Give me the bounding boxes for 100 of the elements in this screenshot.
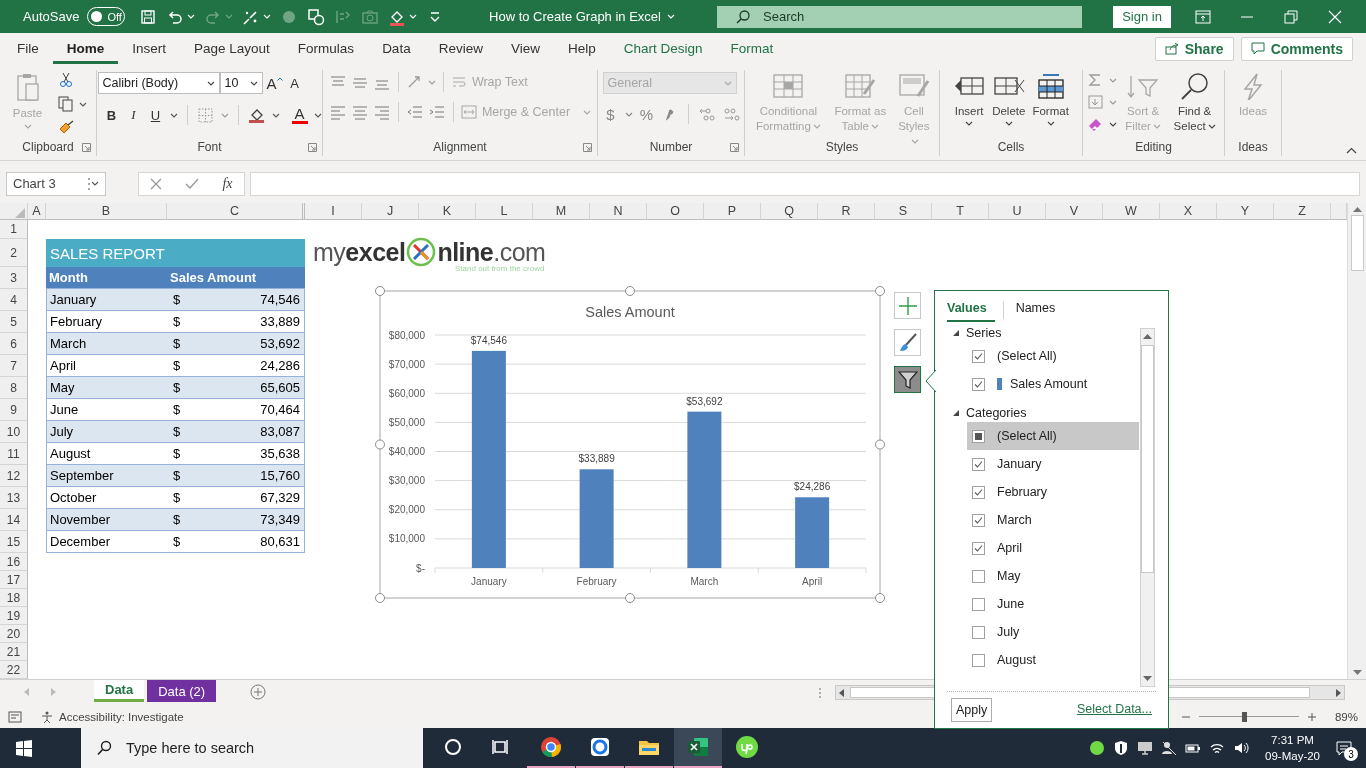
caret-icon[interactable] xyxy=(91,181,99,186)
row-header[interactable]: 15 xyxy=(0,531,28,553)
scroll-down-icon[interactable] xyxy=(1143,676,1152,682)
row-header[interactable]: 18 xyxy=(0,589,28,607)
column-header[interactable]: C xyxy=(167,203,305,220)
italic-button[interactable]: I xyxy=(125,107,142,123)
increase-decimal-icon[interactable] xyxy=(697,106,716,122)
splitter-icon[interactable] xyxy=(818,687,823,699)
column-header[interactable]: V xyxy=(1046,203,1103,220)
person-muted-icon[interactable] xyxy=(1161,740,1178,756)
chart-styles-button[interactable] xyxy=(894,329,921,356)
chart-filters-button[interactable] xyxy=(894,366,921,393)
resize-handle[interactable] xyxy=(375,286,385,296)
panel-tab[interactable]: Values xyxy=(947,297,995,322)
windows-start-icon[interactable] xyxy=(15,739,33,757)
shrink-font-button[interactable]: A xyxy=(286,75,303,91)
checkbox[interactable] xyxy=(972,457,985,471)
scroll-left-icon[interactable] xyxy=(839,688,844,697)
column-header[interactable]: J xyxy=(362,203,419,220)
collapse-ribbon-icon[interactable] xyxy=(1346,147,1357,154)
caret-icon[interactable] xyxy=(313,112,322,118)
column-header[interactable]: T xyxy=(932,203,989,220)
caret-icon[interactable] xyxy=(249,80,258,86)
checkbox[interactable] xyxy=(972,377,985,391)
row-header[interactable]: 3 xyxy=(0,267,28,289)
row-header[interactable]: 7 xyxy=(0,355,28,377)
checkbox[interactable] xyxy=(972,597,985,611)
find-select-button[interactable]: Find & Select xyxy=(1169,70,1220,136)
zoom-level[interactable]: 89% xyxy=(1334,710,1358,723)
font-color-button[interactable]: A xyxy=(291,106,308,124)
ribbon-tab[interactable]: Insert xyxy=(118,33,181,64)
checkbox[interactable] xyxy=(972,429,985,443)
share-button[interactable]: Share xyxy=(1154,36,1234,61)
name-box[interactable]: Chart 3 xyxy=(6,171,106,196)
ribbon-tab[interactable]: Home xyxy=(52,33,119,64)
column-header[interactable]: N xyxy=(590,203,647,220)
row-header[interactable]: 8 xyxy=(0,377,28,399)
caret-icon[interactable] xyxy=(1207,124,1216,130)
row-header[interactable]: 14 xyxy=(0,509,28,531)
filter-option[interactable]: Sales Amount xyxy=(967,370,1139,398)
column-header[interactable]: M xyxy=(533,203,590,220)
column-header[interactable]: B xyxy=(46,203,167,220)
volume-icon[interactable] xyxy=(1233,740,1250,756)
enter-icon[interactable] xyxy=(185,177,200,190)
notification-icon[interactable] xyxy=(1336,740,1352,756)
insert-cells-button[interactable]: Insert xyxy=(951,70,988,128)
row-header[interactable]: 10 xyxy=(0,421,28,443)
zoom-in-icon[interactable] xyxy=(1306,711,1317,722)
filter-option[interactable]: (Select All) xyxy=(967,342,1139,370)
cancel-icon[interactable] xyxy=(150,177,163,190)
filter-option[interactable]: April xyxy=(967,534,1139,562)
ribbon-tab[interactable]: Format xyxy=(716,33,788,64)
clock-date[interactable]: 09-May-20 xyxy=(1265,748,1320,764)
drag-handle-icon[interactable] xyxy=(87,176,91,191)
resize-handle[interactable] xyxy=(875,593,885,603)
row-header[interactable]: 9 xyxy=(0,399,28,421)
scroll-up-icon[interactable] xyxy=(1143,333,1152,339)
select-data-link[interactable]: Select Data... xyxy=(1076,702,1152,716)
zoom-slider[interactable] xyxy=(1198,711,1299,722)
column-header[interactable]: K xyxy=(419,203,476,220)
filter-option[interactable]: February xyxy=(967,478,1139,506)
column-header[interactable]: X xyxy=(1160,203,1217,220)
monitor-icon[interactable] xyxy=(1137,740,1154,756)
ribbon-tab[interactable]: Review xyxy=(424,33,497,64)
font-size-dropdown[interactable]: 10 xyxy=(219,72,263,94)
column-header[interactable]: I xyxy=(305,203,362,220)
resize-handle[interactable] xyxy=(375,593,385,603)
add-sheet-icon[interactable] xyxy=(250,684,267,700)
checkbox[interactable] xyxy=(972,349,985,363)
panel-tab[interactable]: Names xyxy=(1015,297,1064,322)
caret-icon[interactable] xyxy=(1004,121,1013,126)
caret-icon[interactable] xyxy=(965,121,974,126)
format-cells-button[interactable]: Format xyxy=(1030,70,1071,128)
ribbon-tab[interactable]: Chart Design xyxy=(609,33,717,64)
dialog-launcher-icon[interactable] xyxy=(730,143,739,152)
row-header[interactable]: 20 xyxy=(0,625,28,643)
delete-cells-button[interactable]: Delete xyxy=(990,70,1028,128)
cell-mode-icon[interactable] xyxy=(8,710,22,723)
column-header[interactable]: U xyxy=(989,203,1046,220)
scroll-thumb[interactable] xyxy=(1350,215,1364,271)
row-header[interactable]: 12 xyxy=(0,465,28,487)
resize-handle[interactable] xyxy=(625,593,635,603)
accessibility-icon[interactable] xyxy=(40,709,54,724)
row-header[interactable]: 17 xyxy=(0,571,28,589)
section-header[interactable]: Categories xyxy=(935,404,1140,422)
row-header[interactable]: 2 xyxy=(0,239,28,267)
resize-handle[interactable] xyxy=(875,286,885,296)
column-header[interactable]: O xyxy=(647,203,704,220)
caret-icon[interactable] xyxy=(271,112,280,118)
resize-handle[interactable] xyxy=(375,439,385,450)
dialog-launcher-icon[interactable] xyxy=(308,143,317,152)
checkbox[interactable] xyxy=(972,569,985,583)
slider-thumb[interactable] xyxy=(1241,711,1247,722)
filter-option[interactable]: January xyxy=(967,450,1139,478)
row-header[interactable]: 19 xyxy=(0,607,28,625)
shield-icon[interactable] xyxy=(1113,740,1130,756)
caret-icon[interactable] xyxy=(1109,121,1117,127)
shapes-icon[interactable] xyxy=(307,7,326,26)
filter-option[interactable]: March xyxy=(967,506,1139,534)
resize-handle[interactable] xyxy=(625,286,635,296)
